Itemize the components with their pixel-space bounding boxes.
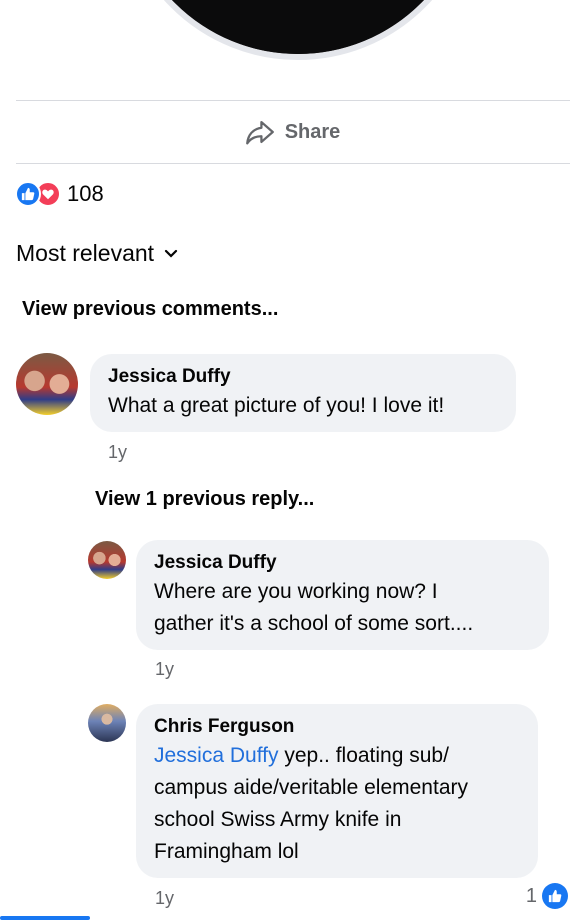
reply-like-count[interactable]: 1 [526,883,568,909]
avatar[interactable] [16,353,78,415]
reply-text-fragment: yep.. floating sub/ [278,744,449,767]
reply-bubble: Jessica Duffy Where are you working now?… [136,540,549,650]
reply-text-line: Jessica Duffy yep.. floating sub/ [154,740,520,772]
sort-label: Most relevant [16,240,155,266]
like-icon [542,883,568,909]
share-label: Share [284,120,341,143]
profile-photo[interactable] [118,0,478,60]
view-previous-reply-link[interactable]: View 1 previous reply... [95,488,314,511]
reply-text-line: campus aide/veritable elementary [154,776,468,799]
reply-bubble: Chris Ferguson Jessica Duffy yep.. float… [136,704,538,878]
reply-author[interactable]: Jessica Duffy [154,550,531,576]
scroll-indicator [0,916,90,920]
sort-dropdown[interactable]: Most relevant [16,240,178,267]
profile-photo-shirt [124,0,472,54]
reply-author[interactable]: Chris Ferguson [154,714,520,740]
reply-timestamp[interactable]: 1y [155,659,174,680]
avatar[interactable] [88,541,126,579]
view-previous-comments-link[interactable]: View previous comments... [22,298,278,321]
share-icon [245,120,274,145]
comment-text: What a great picture of you! I love it! [108,394,445,417]
reaction-count: 108 [67,181,104,206]
chevron-down-icon [164,249,178,258]
avatar[interactable] [88,704,126,742]
reply-text-line: Where are you working now? I [154,580,438,603]
like-icon [15,181,41,207]
reply-text-line: Framingham lol [154,840,299,863]
comment-timestamp[interactable]: 1y [108,442,127,463]
like-count-number: 1 [525,884,537,907]
reply-timestamp[interactable]: 1y [155,888,174,909]
divider-bottom [16,163,570,164]
comment-author[interactable]: Jessica Duffy [108,364,498,390]
reaction-summary[interactable]: 108 [15,181,104,207]
share-button[interactable]: Share [0,101,583,163]
reply-text-line: school Swiss Army knife in [154,808,402,831]
reply-text-line: gather it's a school of some sort.... [154,612,474,635]
mention-link[interactable]: Jessica Duffy [154,744,279,767]
comment-bubble: Jessica Duffy What a great picture of yo… [90,354,516,432]
